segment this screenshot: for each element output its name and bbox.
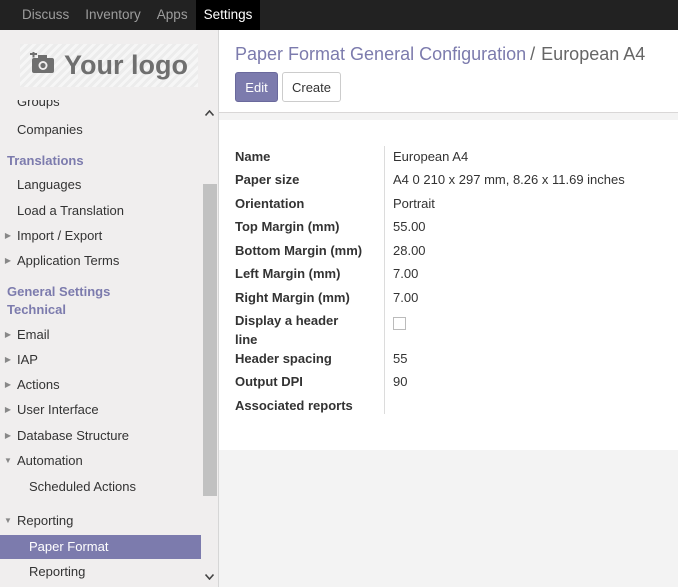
sidebar-item-load-translation[interactable]: Load a Translation [0,199,201,223]
breadcrumb: Paper Format General Configuration / Europ… [235,44,645,65]
display-header-label-line-1: Display a header [235,313,339,328]
sidebar-item-paper-format[interactable]: Paper Format [0,535,201,559]
caret-right-icon: ▶ [4,231,12,240]
output-dpi-label: Output DPI [235,374,303,389]
caret-right-icon: ▶ [4,256,12,265]
company-logo[interactable]: Your logo [0,30,218,100]
sidebar-item-application-terms[interactable]: ▶ Application Terms [0,249,201,273]
paper-size-value: A4 0 210 x 297 mm, 8.26 x 11.69 inches [393,172,625,187]
sidebar-item-user-interface[interactable]: ▶ User Interface [0,398,201,422]
menu-settings[interactable]: Settings [195,0,261,30]
bottom-margin-label: Bottom Margin (mm) [235,243,363,258]
output-dpi-value: 90 [393,374,408,389]
menu-inventory[interactable]: Inventory [77,0,149,30]
main-content: Paper Format General Configuration / Europ… [219,30,678,587]
sidebar-menu: Groups Companies Translations Languages … [0,100,201,587]
right-margin-label: Right Margin (mm) [235,290,350,305]
sidebar-item-languages[interactable]: Languages [0,173,201,197]
sidebar-item-database-structure[interactable]: ▶ Database Structure [0,424,201,448]
sidebar-scrollbar[interactable] [201,100,218,587]
paper-size-label: Paper size [235,172,300,187]
sidebar-item-iap[interactable]: ▶ IAP [0,348,201,372]
menu-discuss[interactable]: Discuss [14,0,77,30]
display-header-checkbox[interactable] [393,317,406,330]
sidebar-item-groups[interactable]: Groups [0,100,201,114]
sidebar-header-translations: Translations [7,153,84,168]
bottom-margin-value: 28.00 [393,243,426,258]
breadcrumb-parent-link[interactable]: Paper Format General Configuration [235,44,526,64]
display-header-label-line-2: line [235,332,258,347]
caret-down-icon: ▼ [4,456,12,465]
sidebar-item-email[interactable]: ▶ Email [0,323,201,347]
form-sheet: Name European A4 Paper size A4 0 210 x 2… [219,120,678,450]
sidebar-header-general-settings: General Settings [7,284,111,299]
scroll-down-icon[interactable] [201,568,218,585]
associated-reports-label: Associated reports [235,398,353,413]
orientation-label: Orientation [235,196,305,211]
left-margin-value: 7.00 [393,266,419,281]
create-button[interactable]: Create [282,72,341,102]
caret-down-icon: ▼ [4,516,12,525]
sidebar-item-reporting[interactable]: ▼ Reporting [0,509,201,533]
sidebar-item-reporting-sub[interactable]: Reporting [0,560,201,584]
caret-right-icon: ▶ [4,330,12,339]
caret-right-icon: ▶ [4,355,12,364]
control-panel: Paper Format General Configuration / Europ… [219,30,678,113]
logo-text: Your logo [64,49,188,80]
sidebar-item-scheduled-actions[interactable]: Scheduled Actions [0,475,201,499]
logo-placeholder: Your logo [20,43,198,87]
sidebar: Your logo Groups Companies Translations … [0,30,219,587]
breadcrumb-separator: / [530,44,536,64]
sidebar-header-technical: Technical [7,302,67,317]
sidebar-item-companies[interactable]: Companies [0,118,201,142]
sidebar-item-import-export[interactable]: ▶ Import / Export [0,224,201,248]
name-label: Name [235,149,271,164]
left-margin-label: Left Margin (mm) [235,266,341,281]
app-menu: Discuss Inventory Apps Settings [14,0,261,30]
caret-right-icon: ▶ [4,405,12,414]
right-margin-value: 7.00 [393,290,419,305]
top-navbar: Discuss Inventory Apps Settings [0,0,678,30]
breadcrumb-current: European A4 [541,44,646,64]
scroll-up-icon[interactable] [201,104,218,121]
caret-right-icon: ▶ [4,431,12,440]
scrollbar-thumb[interactable] [203,184,217,496]
name-value: European A4 [393,149,469,164]
edit-button[interactable]: Edit [235,72,278,102]
camera-plus-icon [30,50,56,81]
sidebar-item-automation[interactable]: ▼ Automation [0,449,201,473]
header-spacing-label: Header spacing [235,351,332,366]
header-spacing-value: 55 [393,351,408,366]
sidebar-item-actions[interactable]: ▶ Actions [0,373,201,397]
top-margin-value: 55.00 [393,219,426,234]
caret-right-icon: ▶ [4,380,12,389]
display-header-label: Display a header line [235,311,385,349]
top-margin-label: Top Margin (mm) [235,219,340,234]
menu-apps[interactable]: Apps [149,0,196,30]
orientation-value: Portrait [393,196,435,211]
